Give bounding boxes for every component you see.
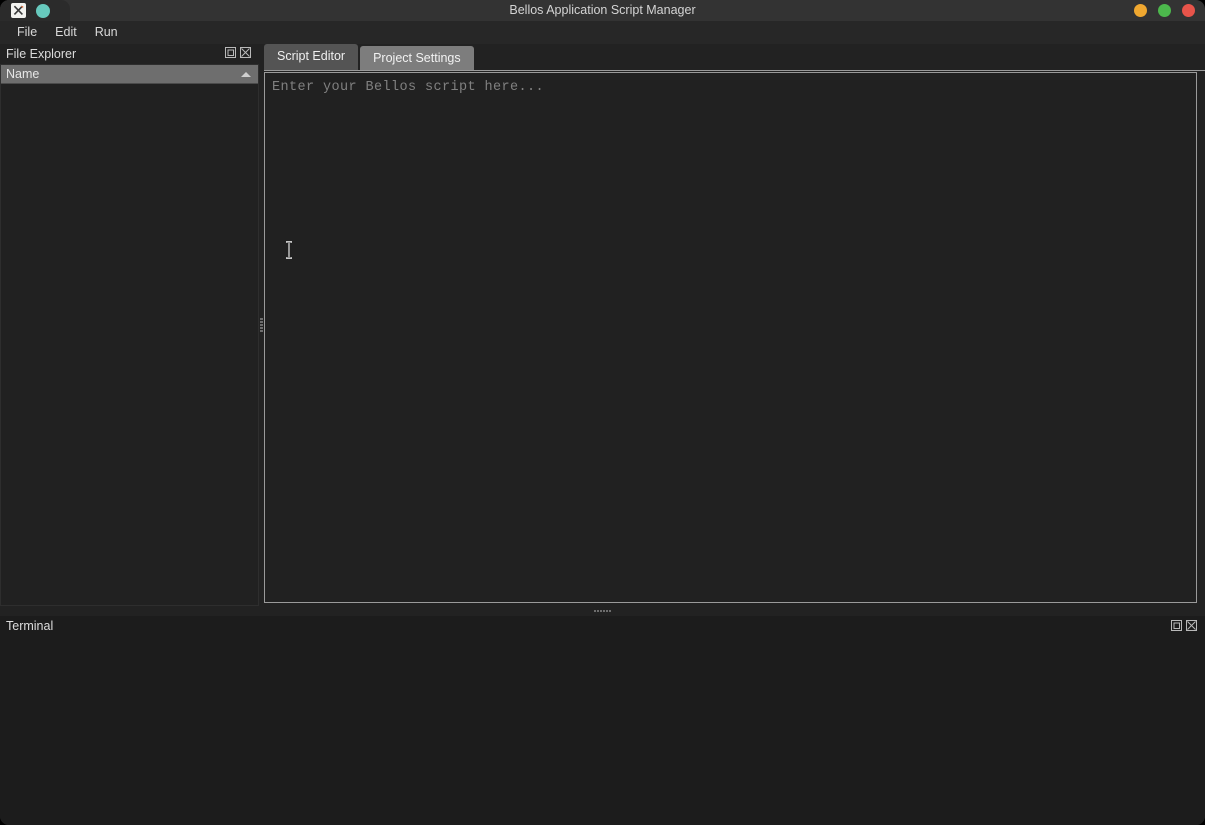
- file-explorer-panel: File Explorer Name: [0, 44, 259, 606]
- terminal-panel: Terminal: [0, 616, 1205, 825]
- menu-bar: File Edit Run: [0, 21, 1205, 44]
- sort-ascending-icon[interactable]: [241, 72, 251, 77]
- file-tree-body[interactable]: [1, 85, 258, 605]
- window-title: Bellos Application Script Manager: [509, 3, 696, 17]
- close-panel-icon[interactable]: [1186, 620, 1197, 631]
- minimize-button[interactable]: [1134, 4, 1147, 17]
- editor-tab-strip: Script Editor Project Settings: [264, 44, 1205, 71]
- float-panel-icon[interactable]: [225, 47, 236, 58]
- menu-item-file[interactable]: File: [8, 23, 46, 42]
- float-panel-icon[interactable]: [1171, 620, 1182, 631]
- terminal-title: Terminal: [6, 619, 54, 633]
- menu-item-edit[interactable]: Edit: [46, 23, 86, 42]
- script-editor-textarea[interactable]: Enter your Bellos script here...: [264, 72, 1197, 603]
- menu-item-run[interactable]: Run: [86, 23, 127, 42]
- file-tree[interactable]: Name: [0, 64, 259, 606]
- main-content: File Explorer Name Script Editor Project…: [0, 44, 1205, 825]
- editor-area: Script Editor Project Settings Enter you…: [264, 44, 1205, 606]
- teal-status-dot: [36, 4, 50, 18]
- horizontal-splitter-grip[interactable]: [594, 610, 611, 612]
- column-header-name[interactable]: Name: [6, 67, 39, 81]
- app-window: Bellos Application Script Manager File E…: [0, 0, 1205, 825]
- script-editor-placeholder: Enter your Bellos script here...: [272, 80, 545, 95]
- horizontal-splitter[interactable]: [0, 606, 1205, 616]
- file-explorer-title-bar: File Explorer: [0, 44, 259, 64]
- file-explorer-title: File Explorer: [6, 47, 77, 61]
- file-explorer-panel-buttons: [225, 47, 251, 58]
- window-controls: [1134, 4, 1195, 17]
- vertical-splitter-grip[interactable]: [260, 318, 263, 333]
- terminal-output[interactable]: [0, 637, 1205, 825]
- terminal-panel-buttons: [1171, 620, 1197, 631]
- close-button[interactable]: [1182, 4, 1195, 17]
- tab-project-settings[interactable]: Project Settings: [360, 46, 474, 70]
- terminal-title-bar: Terminal: [0, 616, 1205, 637]
- maximize-button[interactable]: [1158, 4, 1171, 17]
- file-tree-header: Name: [1, 65, 258, 84]
- app-x-icon: [11, 3, 26, 18]
- close-panel-icon[interactable]: [240, 47, 251, 58]
- tab-script-editor[interactable]: Script Editor: [264, 44, 359, 70]
- title-bar[interactable]: Bellos Application Script Manager: [0, 0, 1205, 21]
